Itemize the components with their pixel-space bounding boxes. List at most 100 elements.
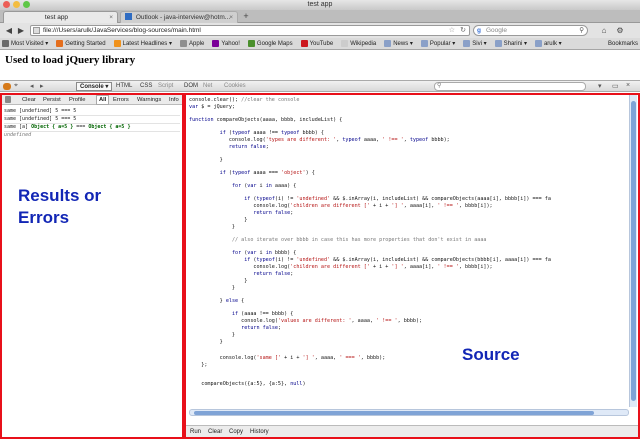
bookmarks-bar: Most Visited ▾ Getting Started Latest Head…	[0, 38, 640, 50]
bookmarks-menu[interactable]: Bookmarks	[608, 38, 638, 49]
forward-button[interactable]: ▶	[15, 25, 27, 36]
bookmark-item[interactable]: Sivi ▾	[463, 40, 487, 47]
close-window-icon[interactable]	[3, 1, 10, 8]
code-line: return false;	[253, 210, 294, 216]
tab-outlook[interactable]: Outlook - java-interview@hotm... ×	[120, 11, 238, 23]
code-line: console.log('children are different [' +…	[189, 203, 493, 209]
minimize-window-icon[interactable]	[13, 1, 20, 8]
panel-select-console[interactable]: Console ▾	[76, 82, 113, 91]
window-title-bar: test app	[0, 0, 640, 10]
forward-arrow-icon: ▶	[17, 26, 25, 35]
new-tab-button[interactable]: +	[240, 11, 252, 22]
panel-tab-script[interactable]: Script	[158, 82, 173, 91]
bookmark-item[interactable]: Popular ▾	[420, 40, 455, 47]
close-tab-icon[interactable]: ×	[109, 12, 113, 23]
log-object-link[interactable]: Object { a=5 }	[31, 124, 73, 130]
minimize-firebug-icon[interactable]: ▾	[598, 82, 602, 90]
bookmark-item[interactable]: Apple	[179, 40, 204, 47]
folder-icon	[420, 40, 428, 47]
panel-tab-dom[interactable]: DOM	[184, 82, 198, 91]
bookmark-label: Yahoo!	[221, 40, 240, 47]
bookmark-item[interactable]: Wikipedia	[341, 40, 376, 47]
bookmark-item[interactable]: YouTube	[300, 40, 333, 47]
back-button[interactable]: ◀	[3, 25, 15, 36]
tab-test-app[interactable]: test app ×	[3, 11, 118, 23]
run-button[interactable]: Run	[190, 426, 201, 438]
firebug-toolbar: ⌖ ◂ ▸ Console ▾ HTML CSS Script DOM Net Cooki…	[0, 80, 640, 92]
log-object-link[interactable]: Object { a=5 }	[88, 124, 130, 130]
code-line: }	[189, 285, 236, 291]
code-line: }	[189, 157, 223, 163]
youtube-icon	[300, 40, 308, 47]
firebug-search-input[interactable]: ⚲	[434, 82, 586, 91]
outlook-icon	[125, 13, 132, 20]
close-firebug-icon[interactable]: ×	[626, 82, 630, 89]
bookmark-label: Sivi ▾	[472, 41, 487, 47]
bookmark-label: News ▾	[393, 41, 413, 47]
code-line: return false;	[253, 271, 294, 277]
back-icon[interactable]: ◂	[30, 82, 34, 90]
reload-icon[interactable]: ↻	[460, 26, 466, 35]
bookmark-item[interactable]: Most Visited ▾	[2, 40, 48, 47]
detach-firebug-icon[interactable]: ▭	[612, 82, 619, 90]
filter-warnings[interactable]: Warnings	[137, 95, 161, 105]
bookmark-item[interactable]: Latest Headlines ▾	[113, 40, 172, 47]
clear-editor-button[interactable]: Clear	[208, 426, 222, 438]
panel-tab-cookies[interactable]: Cookies	[224, 82, 246, 91]
annotation-results-line1: Results or	[18, 186, 102, 205]
forward-icon[interactable]: ▸	[40, 82, 44, 90]
addons-button[interactable]: ⚙	[614, 25, 626, 36]
bookmark-star-icon[interactable]: ☆	[449, 26, 455, 35]
most-visited-icon	[2, 40, 9, 47]
persist-button[interactable]: Persist	[43, 95, 61, 105]
copy-button[interactable]: Copy	[229, 426, 243, 438]
bookmark-item[interactable]: arulk ▾	[534, 40, 562, 47]
code-line: if (typeof(i) != 'undefined' && $.inArra…	[244, 196, 551, 202]
filter-all[interactable]: All	[96, 95, 110, 105]
search-icon[interactable]: ⚲	[579, 26, 584, 35]
panel-tab-css[interactable]: CSS	[140, 82, 152, 91]
log-line: undefined	[4, 132, 32, 138]
profile-button[interactable]: Profile	[69, 95, 85, 105]
search-placeholder: Google	[486, 27, 507, 34]
code-line: console.log('values are different: ', aa…	[189, 318, 423, 324]
code-line: for (var i in aaaa) {	[231, 183, 297, 189]
bookmark-item[interactable]: Sharini ▾	[494, 40, 527, 47]
filter-errors[interactable]: Errors	[113, 95, 129, 105]
history-button[interactable]: History	[250, 426, 269, 438]
bookmark-item[interactable]: Yahoo!	[212, 40, 240, 47]
firebug-icon[interactable]	[3, 83, 11, 90]
gear-icon: ⚙	[616, 26, 624, 35]
home-button[interactable]: ⌂	[598, 25, 610, 36]
address-bar[interactable]: file:///Users/arulk/JavaServices/blog-so…	[30, 25, 470, 36]
code-line: }	[189, 224, 236, 230]
inspect-icon[interactable]: ⌖	[14, 82, 18, 90]
filter-info[interactable]: Info	[169, 95, 179, 105]
code-line: console.clear(); //clear the console	[189, 97, 300, 103]
vertical-scrollbar[interactable]	[629, 95, 637, 407]
panel-tab-html[interactable]: HTML	[116, 82, 132, 91]
search-input[interactable]: g Google ⚲	[473, 25, 588, 36]
clear-button[interactable]: Clear	[22, 95, 36, 105]
panel-tab-net[interactable]: Net	[203, 82, 212, 91]
close-tab-icon[interactable]: ×	[229, 12, 233, 23]
tab-label: Outlook - java-interview@hotm...	[135, 14, 231, 21]
scrollbar-thumb[interactable]	[194, 411, 594, 415]
clear-console-icon[interactable]	[5, 96, 11, 103]
bookmark-label: Google Maps	[256, 40, 293, 47]
scrollbar-thumb[interactable]	[631, 101, 636, 401]
wikipedia-icon	[341, 40, 349, 47]
folder-icon	[463, 40, 471, 47]
yahoo-icon	[212, 40, 220, 47]
bookmark-item[interactable]: Google Maps	[247, 40, 293, 47]
code-line: function compareObjects(aaaa, bbbb, incl…	[189, 117, 343, 123]
annotation-source: Source	[462, 345, 520, 364]
horizontal-scrollbar[interactable]	[189, 409, 629, 416]
code-line: }	[189, 339, 223, 345]
zoom-window-icon[interactable]	[23, 1, 30, 8]
code-editor[interactable]: console.clear(); //clear the console var…	[189, 97, 629, 387]
bookmark-item[interactable]: Getting Started	[56, 40, 106, 47]
code-line: var $ = jQuery;	[189, 104, 236, 110]
bookmark-item[interactable]: News ▾	[384, 40, 413, 47]
code-line: return false;	[241, 325, 282, 331]
